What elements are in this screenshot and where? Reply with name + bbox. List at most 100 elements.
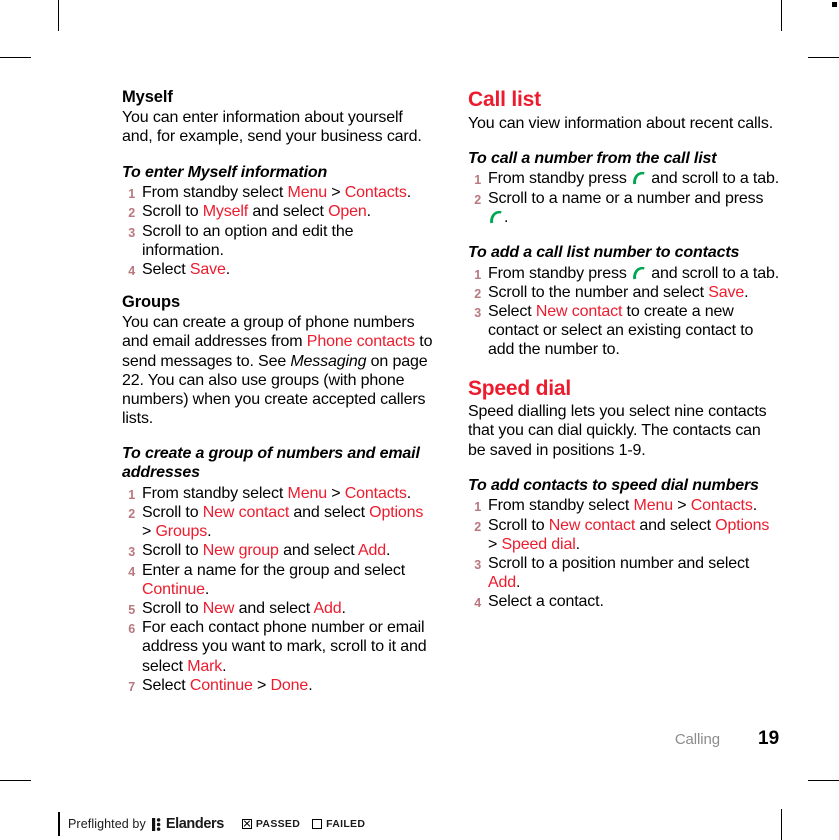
preflight-failed-label: FAILED bbox=[326, 818, 366, 830]
step-number: 1 bbox=[474, 267, 481, 282]
ui-term: Options bbox=[715, 516, 770, 534]
step-text: Scroll to the number and select Save. bbox=[488, 283, 749, 301]
step-item: 3 Scroll to New group and select Add. bbox=[122, 541, 435, 560]
step-number: 4 bbox=[474, 596, 481, 611]
step-number: 2 bbox=[474, 519, 481, 534]
preflight-passed-status: PASSED FAILED bbox=[241, 818, 377, 830]
ui-term: Menu bbox=[287, 184, 328, 202]
ui-term: Menu bbox=[633, 497, 674, 515]
step-item: 2 Scroll to New contact and select Option… bbox=[468, 516, 782, 554]
step-text: Scroll to New contact and select Options… bbox=[488, 517, 769, 553]
call-key-icon bbox=[632, 266, 646, 281]
step-item: 4 Select Save. bbox=[122, 260, 435, 279]
step-text: Select a contact. bbox=[488, 593, 604, 610]
ui-term: Done bbox=[270, 676, 309, 694]
step-text: From standby press and scroll to a tab. bbox=[488, 170, 779, 187]
ui-term: New group bbox=[202, 542, 279, 560]
step-item: 2 Scroll to Myself and select Open. bbox=[122, 202, 435, 221]
ui-term: Mark bbox=[187, 657, 223, 675]
ui-term: Contacts bbox=[690, 497, 753, 515]
step-number: 3 bbox=[128, 225, 135, 240]
step-text: From standby select Menu > Contacts. bbox=[142, 184, 411, 201]
cross-reference-title: Messaging bbox=[290, 352, 367, 370]
text-run: . bbox=[222, 657, 227, 675]
step-item: 7 Select Continue > Done. bbox=[122, 676, 435, 695]
ui-term: New contact bbox=[548, 516, 636, 534]
call-key-icon bbox=[489, 210, 503, 225]
elanders-logo-mark bbox=[151, 817, 163, 831]
text-run: . bbox=[504, 208, 509, 226]
step-text: From standby select Menu > Contacts. bbox=[488, 497, 757, 514]
call-list-procedure-2-steps: 1 From standby press and scroll to a tab.… bbox=[468, 264, 782, 360]
ui-term: Contacts bbox=[344, 484, 407, 502]
myself-procedure-title: To enter Myself information bbox=[122, 163, 328, 181]
groups-heading: Groups bbox=[122, 293, 181, 312]
text-run: and scroll to a tab. bbox=[646, 264, 780, 282]
ui-term: Save bbox=[189, 260, 226, 278]
ui-term: Save bbox=[708, 283, 745, 301]
myself-body: You can enter information about yourself… bbox=[122, 109, 422, 146]
ui-term: Add bbox=[488, 574, 517, 592]
step-text: Select Save. bbox=[142, 261, 230, 278]
call-list-heading: Call list bbox=[468, 88, 541, 111]
step-text: Select New contact to create a new conta… bbox=[488, 303, 753, 358]
ui-term: Menu bbox=[287, 484, 328, 502]
text-run: . bbox=[204, 580, 210, 598]
step-text: Scroll to a name or a number and press . bbox=[488, 190, 763, 226]
step-number: 4 bbox=[128, 564, 135, 579]
ui-term: Phone contacts bbox=[306, 333, 415, 351]
text-run: Scroll to bbox=[142, 504, 203, 522]
text-run: Scroll to bbox=[142, 599, 203, 617]
groups-steps: 1 From standby select Menu > Contacts. 2 Sc… bbox=[122, 484, 435, 695]
myself-steps: 1 From standby select Menu > Contacts. 2 Sc… bbox=[122, 183, 435, 279]
step-number: 2 bbox=[474, 286, 481, 301]
step-number: 2 bbox=[128, 206, 135, 221]
ui-term: Groups bbox=[155, 523, 208, 541]
step-item: 1 From standby select Menu > Contacts. bbox=[122, 183, 435, 202]
footer-chapter-label: Calling bbox=[674, 731, 720, 748]
text-run: Scroll to the number and select bbox=[488, 283, 709, 301]
text-run: Select bbox=[488, 303, 536, 321]
step-text: For each contact phone number or email a… bbox=[142, 619, 427, 674]
step-text: Scroll to a position number and select A… bbox=[488, 555, 749, 591]
call-list-procedure-1-title: To call a number from the call list bbox=[468, 149, 717, 167]
step-item: 1 From standby press and scroll to a tab. bbox=[468, 169, 782, 188]
text-run: . bbox=[207, 523, 212, 541]
text-run: . bbox=[744, 283, 749, 301]
text-run: From standby select bbox=[142, 484, 288, 502]
text-run: Scroll to a name or a number and press bbox=[488, 189, 764, 207]
step-item: 1 From standby select Menu > Contacts. bbox=[468, 496, 782, 515]
ui-term: New contact bbox=[202, 504, 290, 522]
left-column: Myself You can enter information about y… bbox=[122, 88, 435, 695]
preflight-label: Preflighted by bbox=[68, 817, 146, 831]
step-number: 7 bbox=[128, 679, 135, 694]
text-run: . bbox=[308, 676, 313, 694]
speed-dial-procedure-title: To add contacts to speed dial numbers bbox=[468, 476, 759, 494]
step-number: 1 bbox=[474, 173, 481, 188]
ui-term: New bbox=[202, 599, 235, 617]
manual-page: Myself You can enter information about y… bbox=[0, 0, 839, 840]
text-run: > bbox=[488, 535, 502, 553]
step-item: 4 Select a contact. bbox=[468, 592, 782, 611]
step-item: 1 From standby select Menu > Contacts. bbox=[122, 484, 435, 503]
text-run: . bbox=[341, 599, 346, 617]
ui-term: Speed dial bbox=[501, 535, 576, 553]
step-text: Scroll to New contact and select Options… bbox=[142, 504, 423, 540]
text-run: . bbox=[406, 484, 411, 502]
groups-procedure-title: To create a group of numbers and email a… bbox=[122, 445, 420, 482]
ui-term: Continue bbox=[189, 676, 253, 694]
step-number: 2 bbox=[474, 192, 481, 207]
checkbox-checked-icon bbox=[241, 819, 252, 829]
step-text: Enter a name for the group and select Co… bbox=[142, 562, 405, 598]
step-item: 3 Scroll to an option and edit the inform… bbox=[122, 222, 435, 260]
text-run: For each contact phone number or email a… bbox=[142, 619, 427, 675]
step-number: 2 bbox=[128, 507, 135, 522]
step-number: 1 bbox=[128, 487, 135, 502]
step-number: 3 bbox=[128, 545, 135, 560]
text-run: and select bbox=[248, 203, 329, 221]
page-footer: Calling 19 bbox=[122, 728, 782, 754]
step-number: 3 bbox=[474, 558, 481, 572]
text-run: > bbox=[326, 484, 345, 502]
speed-dial-steps: 1 From standby select Menu > Contacts. 2 Sc… bbox=[468, 496, 782, 611]
step-number: 1 bbox=[128, 187, 135, 202]
